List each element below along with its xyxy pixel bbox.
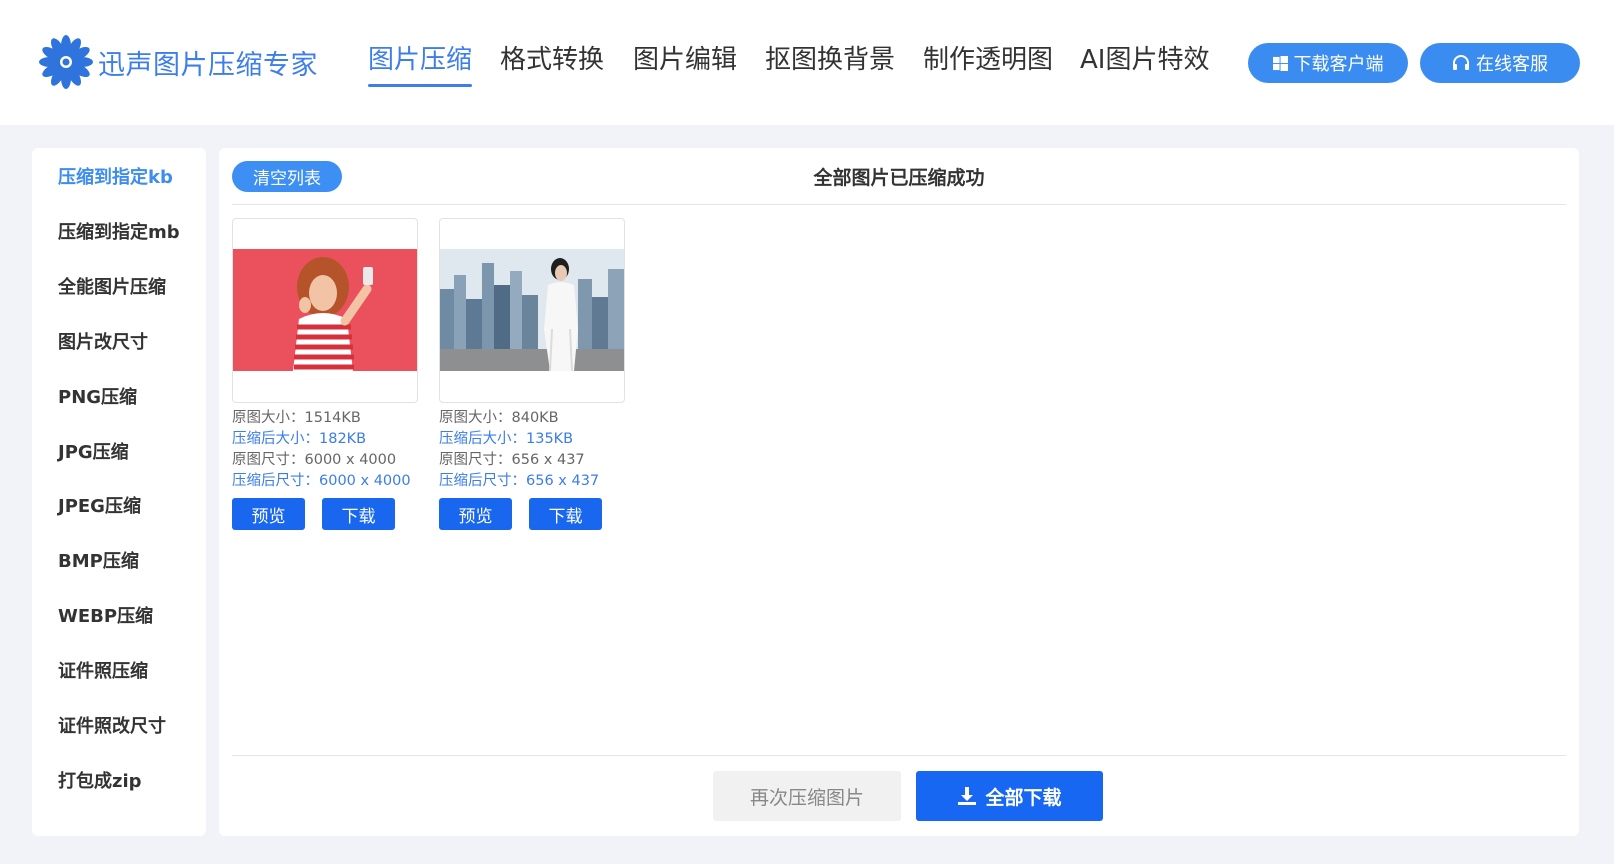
sidebar-item-pack-zip[interactable]: 打包成zip [58, 767, 142, 793]
sidebar-item-jpg[interactable]: JPG压缩 [58, 438, 129, 464]
compressed-size-text: 压缩后大小：135KB [439, 431, 574, 447]
windows-icon [1272, 55, 1288, 71]
preview-button[interactable]: 预览 [232, 498, 305, 530]
original-size-text: 原图大小：1514KB [232, 410, 361, 426]
online-service-button[interactable]: 在线客服 [1420, 43, 1580, 83]
sidebar-item-id-photo-resize[interactable]: 证件照改尺寸 [58, 712, 166, 738]
result-panel: 清空列表 全部图片已压缩成功 原图大小：1514KB 压缩后大小：182KB 原… [219, 148, 1579, 836]
logo-text: 迅声图片压缩专家 [98, 49, 318, 81]
image-card: 原图大小：840KB 压缩后大小：135KB 原图尺寸：656 x 437 压缩… [439, 218, 625, 530]
nav-make-transparent[interactable]: 制作透明图 [923, 42, 1053, 78]
nav-image-edit[interactable]: 图片编辑 [633, 42, 737, 78]
nav-image-compress[interactable]: 图片压缩 [368, 42, 473, 87]
download-button[interactable]: 下载 [529, 498, 602, 530]
nav-cutout-background[interactable]: 抠图换背景 [765, 42, 895, 78]
original-size-text: 原图大小：840KB [439, 410, 559, 426]
nav-format-convert[interactable]: 格式转换 [500, 42, 604, 78]
compressed-size-text: 压缩后大小：182KB [232, 431, 367, 447]
download-client-button[interactable]: 下载客户端 [1248, 43, 1408, 83]
bottom-divider [232, 755, 1566, 756]
recompress-button[interactable]: 再次压缩图片 [713, 771, 901, 821]
image-card: 原图大小：1514KB 压缩后大小：182KB 原图尺寸：6000 x 4000… [232, 218, 418, 530]
sidebar: 压缩到指定kb 压缩到指定mb 全能图片压缩 图片改尺寸 PNG压缩 JPG压缩… [32, 148, 206, 836]
logo[interactable]: 迅声图片压缩专家 [36, 33, 318, 91]
sidebar-item-png[interactable]: PNG压缩 [58, 383, 137, 409]
headset-icon [1452, 55, 1470, 71]
image-thumbnail[interactable] [232, 218, 418, 403]
download-button[interactable]: 下载 [322, 498, 395, 530]
download-icon [957, 786, 977, 806]
sidebar-item-webp[interactable]: WEBP压缩 [58, 602, 153, 628]
sidebar-item-id-photo-compress[interactable]: 证件照压缩 [58, 657, 148, 683]
download-all-label: 全部下载 [985, 786, 1062, 809]
online-service-label: 在线客服 [1476, 54, 1548, 75]
city-woman-photo [440, 249, 624, 371]
sidebar-item-resize[interactable]: 图片改尺寸 [58, 328, 148, 354]
top-header: 迅声图片压缩专家 图片压缩 格式转换 图片编辑 抠图换背景 制作透明图 AI图片… [0, 0, 1614, 125]
download-all-button[interactable]: 全部下载 [916, 771, 1103, 821]
compressed-dims-text: 压缩后尺寸：656 x 437 [439, 473, 600, 489]
preview-button[interactable]: 预览 [439, 498, 512, 530]
sidebar-item-all-round-compress[interactable]: 全能图片压缩 [58, 273, 166, 299]
sidebar-item-compress-to-mb[interactable]: 压缩到指定mb [58, 218, 180, 244]
original-dims-text: 原图尺寸：6000 x 4000 [232, 452, 397, 468]
image-thumbnail[interactable] [439, 218, 625, 403]
original-dims-text: 原图尺寸：656 x 437 [439, 452, 585, 468]
flower-logo-icon [39, 35, 93, 89]
sidebar-item-jpeg[interactable]: JPEG压缩 [58, 492, 141, 518]
selfie-woman-photo [233, 249, 417, 371]
sidebar-item-bmp[interactable]: BMP压缩 [58, 547, 139, 573]
nav-ai-effects[interactable]: AI图片特效 [1080, 42, 1209, 78]
sidebar-item-compress-to-kb[interactable]: 压缩到指定kb [58, 163, 173, 189]
compressed-dims-text: 压缩后尺寸：6000 x 4000 [232, 473, 411, 489]
download-client-label: 下载客户端 [1293, 54, 1384, 75]
top-divider [232, 204, 1566, 205]
status-title: 全部图片已压缩成功 [813, 167, 985, 189]
